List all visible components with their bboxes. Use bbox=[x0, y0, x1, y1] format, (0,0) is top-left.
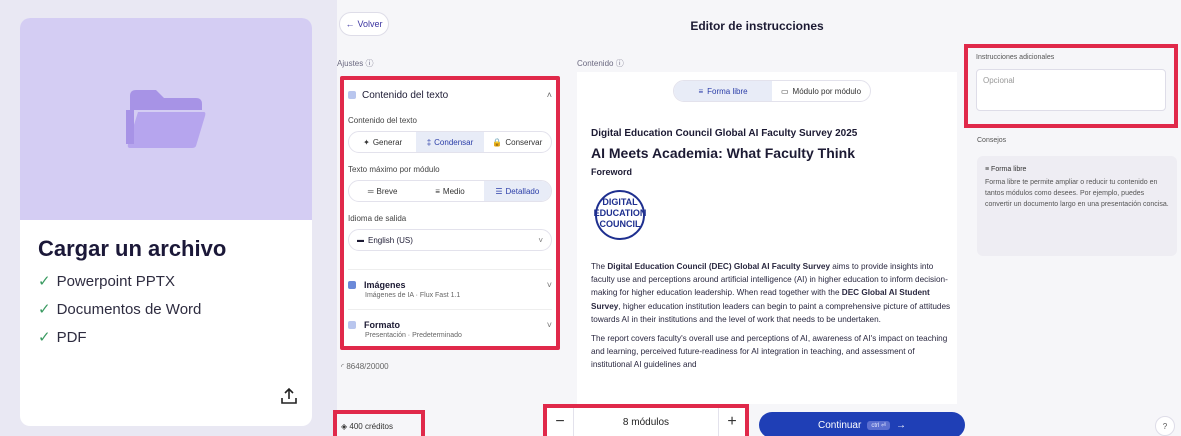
progress-ring-icon: ◜ bbox=[341, 362, 345, 371]
tips-title: ≡ Forma libre bbox=[985, 166, 1027, 173]
upload-card[interactable]: Cargar un archivo ✓ Powerpoint PPTX ✓ Docu… bbox=[20, 18, 312, 426]
chevron-down-icon: ˅ bbox=[546, 280, 552, 290]
text-mode-preserve[interactable]: 🔒 Conservar bbox=[484, 132, 551, 152]
check-icon: ✓ bbox=[38, 329, 51, 346]
chevron-down-icon: ˅ bbox=[546, 320, 552, 330]
continue-label: Continuar bbox=[817, 419, 862, 431]
tips-body: Forma libre te permite ampliar o reducir… bbox=[985, 179, 1169, 208]
section-title: Contenido del texto bbox=[362, 89, 449, 101]
arrow-left-icon: ← bbox=[345, 19, 355, 29]
chevron-down-icon: ˅ bbox=[538, 235, 543, 245]
credits-icon: ◈ bbox=[341, 422, 348, 431]
image-icon bbox=[348, 281, 356, 289]
document-paragraph: The Digital Education Council (DEC) Glob… bbox=[591, 262, 951, 324]
instructions-input[interactable]: Opcional bbox=[976, 69, 1166, 111]
freeform-icon: ≡ bbox=[698, 86, 704, 96]
modules-stepper: − 8 módulos + bbox=[543, 404, 749, 436]
text-mode-generate[interactable]: ✦ Generar bbox=[349, 132, 416, 152]
chevron-up-icon: ˄ bbox=[546, 90, 552, 100]
mode-freeform[interactable]: ≡ Forma libre bbox=[674, 81, 772, 101]
format-section[interactable]: Formato ˅ Presentación · Predeterminado bbox=[348, 309, 552, 339]
instructions-label: Instrucciones adicionales bbox=[976, 54, 1055, 61]
decrement-button[interactable]: − bbox=[547, 413, 573, 431]
section-subtitle: Presentación · Predeterminado bbox=[365, 332, 462, 339]
shortcut-badge: ctrl ⏎ bbox=[867, 420, 891, 430]
svg-text:DIGITAL: DIGITAL bbox=[602, 197, 638, 207]
document-title: Digital Education Council Global AI Facu… bbox=[591, 128, 858, 139]
upload-title: Cargar un archivo bbox=[38, 236, 227, 261]
info-icon: ⓘ bbox=[365, 59, 374, 68]
medium-lines-icon: ≡ bbox=[435, 186, 440, 196]
tips-label: Consejos bbox=[977, 137, 1007, 144]
content-column-label: Contenido ⓘ bbox=[577, 59, 624, 68]
upload-icon[interactable] bbox=[280, 387, 298, 410]
page-title: Editor de instrucciones bbox=[690, 19, 824, 33]
svg-text:EDUCATION: EDUCATION bbox=[594, 208, 647, 218]
length-brief[interactable]: ═ Breve bbox=[349, 181, 416, 201]
upload-card-banner bbox=[20, 18, 312, 220]
condense-icon: ‡ bbox=[426, 137, 432, 147]
sparkle-icon: ✦ bbox=[363, 137, 370, 147]
tips-card: ≡ Forma libre Forma libre te permite amp… bbox=[977, 156, 1177, 256]
section-title: Imágenes bbox=[364, 280, 406, 290]
format-icon bbox=[348, 321, 356, 329]
document-paragraph: The report covers faculty's overall use … bbox=[591, 334, 948, 370]
content-preview[interactable]: ≡ Forma libre ▭ Módulo por módulo Digital … bbox=[577, 72, 957, 404]
instruction-editor: ← Volver Editor de instrucciones Ajustes … bbox=[333, 0, 1181, 436]
modules-count: 8 módulos bbox=[573, 408, 719, 436]
help-button[interactable]: ? bbox=[1155, 416, 1175, 436]
continue-button[interactable]: Continuar ctrl ⏎ → bbox=[759, 412, 965, 436]
folder-icon bbox=[126, 90, 206, 148]
content-mode-toggle: ≡ Forma libre ▭ Módulo por módulo bbox=[673, 80, 871, 102]
format-item-word: ✓ Documentos de Word bbox=[38, 300, 294, 319]
language-select[interactable]: ▬ English (US) ˅ bbox=[348, 229, 552, 251]
dec-logo: DIGITAL EDUCATION COUNCIL bbox=[594, 190, 647, 240]
format-label: Powerpoint PPTX bbox=[56, 272, 175, 290]
arrow-right-icon: → bbox=[896, 419, 907, 431]
document-subheading: Foreword bbox=[591, 167, 633, 177]
check-icon: ✓ bbox=[38, 273, 51, 290]
settings-panel: Contenido del texto ˄ Contenido del text… bbox=[340, 76, 560, 350]
lock-icon: 🔒 bbox=[492, 137, 503, 147]
text-icon bbox=[348, 91, 356, 99]
info-icon: ⓘ bbox=[615, 59, 624, 68]
text-content-label: Contenido del texto bbox=[348, 116, 417, 125]
credits-indicator: ◈ 400 créditos bbox=[333, 410, 425, 436]
section-subtitle: Imágenes de IA · Flux Fast 1.1 bbox=[365, 292, 461, 299]
character-count: ◜ 8648/20000 bbox=[341, 362, 389, 371]
format-label: Documentos de Word bbox=[56, 300, 202, 318]
mode-module-by-module[interactable]: ▭ Módulo por módulo bbox=[772, 81, 870, 101]
format-item-pdf: ✓ PDF bbox=[38, 328, 294, 347]
detailed-lines-icon: ☰ bbox=[495, 186, 503, 196]
text-length-selector: ═ Breve ≡ Medio ☰ Detallado bbox=[348, 180, 552, 202]
additional-instructions: Instrucciones adicionales Opcional bbox=[964, 44, 1178, 128]
settings-column-label: Ajustes ⓘ bbox=[337, 59, 374, 68]
document-body: Digital Education Council Global AI Facu… bbox=[591, 128, 951, 372]
section-title: Formato bbox=[364, 320, 400, 330]
flag-icon: ▬ bbox=[357, 236, 364, 244]
length-detailed[interactable]: ☰ Detallado bbox=[483, 181, 551, 201]
check-icon: ✓ bbox=[38, 301, 51, 318]
document-heading: AI Meets Academia: What Faculty Think bbox=[591, 145, 855, 161]
language-value: English (US) bbox=[368, 235, 413, 245]
text-content-section-header[interactable]: Contenido del texto ˄ bbox=[348, 88, 552, 102]
freeform-icon: ≡ bbox=[985, 166, 990, 173]
increment-button[interactable]: + bbox=[719, 413, 745, 431]
svg-text:COUNCIL: COUNCIL bbox=[600, 219, 641, 229]
back-button[interactable]: ← Volver bbox=[339, 12, 389, 36]
output-language-label: Idioma de salida bbox=[348, 214, 407, 223]
short-lines-icon: ═ bbox=[367, 186, 374, 196]
images-section[interactable]: Imágenes ˅ Imágenes de IA · Flux Fast 1.1 bbox=[348, 269, 552, 299]
format-item-pptx: ✓ Powerpoint PPTX bbox=[38, 272, 294, 291]
format-label: PDF bbox=[56, 328, 87, 346]
max-text-label: Texto máximo por módulo bbox=[348, 165, 440, 174]
text-mode-selector: ✦ Generar ‡ Condensar 🔒 Conservar bbox=[348, 131, 552, 153]
back-label: Volver bbox=[357, 19, 383, 29]
text-mode-condense[interactable]: ‡ Condensar bbox=[416, 132, 484, 152]
length-medium[interactable]: ≡ Medio bbox=[416, 181, 483, 201]
module-icon: ▭ bbox=[780, 86, 789, 96]
